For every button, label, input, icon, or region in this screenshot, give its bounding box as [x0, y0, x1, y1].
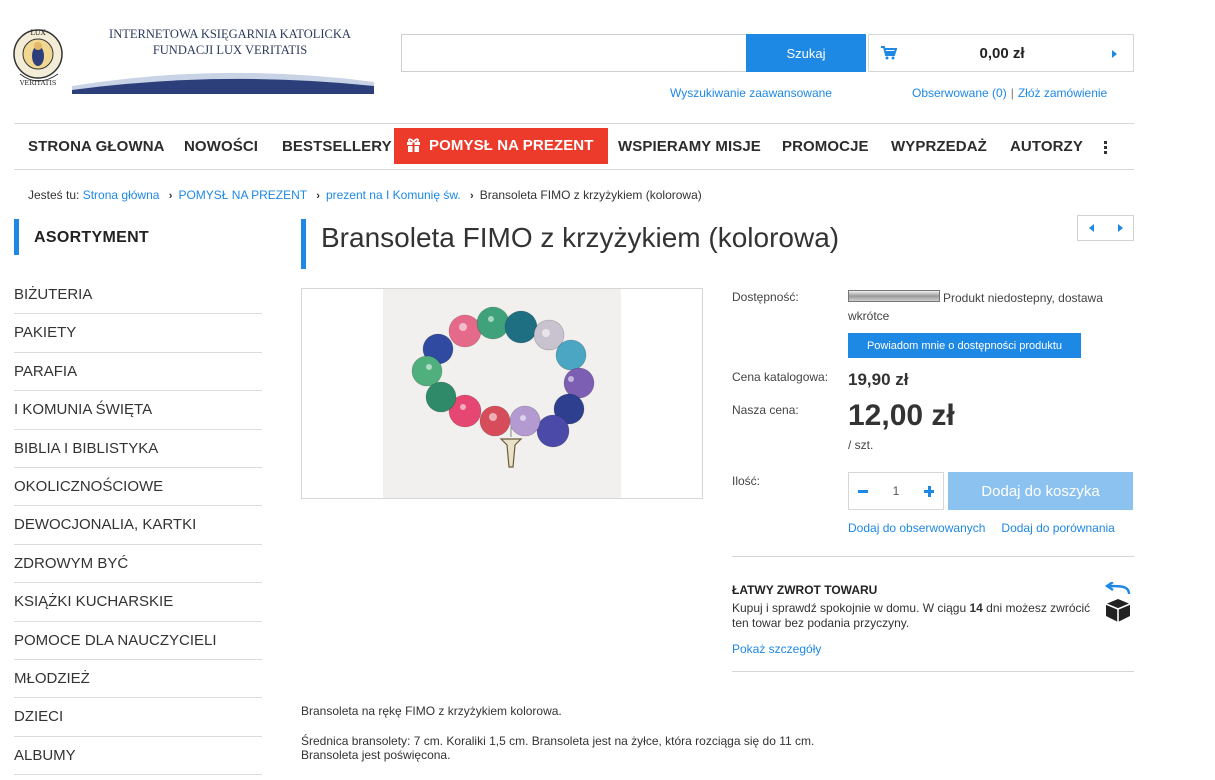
lux-veritatis-seal-icon: LUX VERITATIS: [13, 29, 63, 87]
easy-return-title: ŁATWY ZWROT TOWARU: [732, 583, 878, 597]
nav-item-gift-idea[interactable]: POMYSŁ NA PREZENT: [394, 128, 608, 164]
category-item-albums[interactable]: ALBUMY: [14, 737, 262, 776]
breadcrumb-prefix: Jesteś tu:: [28, 188, 80, 202]
sidebar-title: ASORTYMENT: [34, 229, 149, 246]
breadcrumb-separator-icon: ›: [168, 190, 173, 202]
availability-label: Dostępność:: [732, 290, 799, 304]
divider: [732, 556, 1134, 557]
breadcrumb: Jesteś tu: Strona główna › POMYSŁ NA PREZ…: [28, 188, 702, 202]
description-line-3: Bransoleta jest poświęcona.: [301, 748, 451, 762]
category-item-children[interactable]: DZIECI: [14, 698, 262, 737]
increase-quantity-button[interactable]: [915, 473, 943, 509]
nav-item-authors[interactable]: AUTORZY: [1010, 124, 1083, 170]
product-actions: Dodaj do obserwowanych Dodaj do porównani…: [848, 521, 1115, 535]
nav-item-bestsellers[interactable]: BESTSELLERY: [282, 124, 392, 170]
availability-indicator: [848, 290, 940, 302]
nav-item-new[interactable]: NOWOŚCI: [184, 124, 258, 170]
logo-stripe-decoration: [72, 72, 374, 94]
next-product-button[interactable]: [1106, 216, 1134, 240]
store-logo[interactable]: LUX VERITATIS INTERNETOWA KSIĘGARNIA KAT…: [12, 22, 374, 96]
divider: [732, 671, 1134, 672]
category-list: BIŻUTERIA PAKIETY PARAFIA I KOMUNIA ŚWIĘ…: [14, 276, 262, 776]
category-item-teaching-aids[interactable]: POMOCE DLA NAUCZYCIELI: [14, 622, 262, 660]
list-price: 19,90 zł: [848, 370, 909, 389]
search-button[interactable]: Szukaj: [746, 34, 866, 72]
place-order-link[interactable]: Złóż zamówienie: [1018, 86, 1107, 100]
nav-item-sale[interactable]: WYPRZEDAŻ: [891, 124, 987, 170]
breadcrumb-communion-gift[interactable]: prezent na I Komunię św.: [326, 188, 461, 202]
add-to-cart-button[interactable]: Dodaj do koszyka: [948, 472, 1133, 510]
nav-gift-label: POMYSŁ NA PREZENT: [429, 137, 594, 154]
description-details: Średnica bransolety: 7 cm. Koraliki 1,5 …: [301, 734, 901, 762]
category-item-health[interactable]: ZDROWYM BYĆ: [14, 545, 262, 584]
nav-item-home[interactable]: STRONA GŁOWNA: [28, 124, 165, 170]
gift-icon: [407, 138, 420, 153]
breadcrumb-separator-icon: ›: [470, 190, 474, 202]
add-to-compare-link[interactable]: Dodaj do porównania: [1001, 521, 1114, 535]
watched-link[interactable]: Obserwowane (0): [912, 86, 1007, 100]
category-item-youth[interactable]: MŁODZIEŻ: [14, 660, 262, 699]
product-image-frame[interactable]: [301, 288, 703, 499]
category-item-first-communion[interactable]: I KOMUNIA ŚWIĘTA: [14, 391, 262, 430]
list-price-label: Cena katalogowa:: [732, 370, 829, 384]
seal-lux-text: LUX: [30, 29, 45, 37]
our-price-label: Nasza cena:: [732, 403, 799, 417]
our-price: 12,00 zł: [848, 399, 955, 432]
breadcrumb-current: Bransoleta FIMO z krzyżykiem (kolorowa): [479, 188, 702, 202]
quantity-stepper: [848, 472, 944, 510]
chevron-right-icon: [1118, 224, 1123, 232]
previous-product-button[interactable]: [1078, 216, 1106, 240]
user-links: Obserwowane (0) | Złóż zamówienie: [912, 86, 1107, 100]
easy-return-text: Kupuj i sprawdź spokojnie w domu. W ciąg…: [732, 601, 1091, 630]
title-accent: [301, 219, 306, 269]
cart-widget[interactable]: 0,00 zł: [868, 34, 1134, 72]
category-item-occasional[interactable]: OKOLICZNOŚCIOWE: [14, 468, 262, 507]
seal-veritatis-text: VERITATIS: [19, 79, 57, 87]
return-details-link[interactable]: Pokaż szczegóły: [732, 642, 821, 656]
product-pager: [1077, 215, 1134, 241]
category-item-devotional[interactable]: DEWOCJONALIA, KARTKI: [14, 506, 262, 545]
more-menu-icon[interactable]: [1104, 141, 1108, 156]
bracelet-image: [383, 289, 621, 498]
minus-icon: [858, 490, 868, 493]
category-item-packages[interactable]: PAKIETY: [14, 314, 262, 353]
breadcrumb-separator-icon: ›: [316, 190, 320, 202]
breadcrumb-gift-idea[interactable]: POMYSŁ NA PREZENT: [178, 188, 306, 202]
add-to-watched-link[interactable]: Dodaj do obserwowanych: [848, 521, 985, 535]
quantity-label: Ilość:: [732, 474, 761, 488]
return-days: 14: [969, 601, 983, 615]
category-item-bible[interactable]: BIBLIA I BIBLISTYKA: [14, 430, 262, 468]
category-item-jewelry[interactable]: BIŻUTERIA: [14, 276, 262, 315]
cart-arrow-icon: [1112, 50, 1117, 58]
logo-line-1: INTERNETOWA KSIĘGARNIA KATOLICKA: [109, 27, 351, 41]
main-nav: STRONA GŁOWNA NOWOŚCI BESTSELLERY POMYSŁ…: [14, 123, 1134, 170]
quantity-input[interactable]: [881, 481, 911, 501]
return-box-icon: [1104, 582, 1131, 622]
search-input[interactable]: [401, 34, 747, 72]
nav-item-promotions[interactable]: PROMOCJE: [782, 124, 869, 170]
sidebar-title-accent: [14, 219, 19, 255]
product-image: [383, 289, 621, 498]
advanced-search-link[interactable]: Wyszukiwanie zaawansowane: [670, 86, 832, 100]
nav-item-missions[interactable]: WSPIERAMY MISJE: [618, 124, 761, 170]
user-links-separator: |: [1010, 86, 1014, 100]
logo-text: INTERNETOWA KSIĘGARNIA KATOLICKA FUNDACJ…: [80, 26, 380, 58]
price-unit: / szt.: [848, 438, 874, 452]
product-title: Bransoleta FIMO z krzyżykiem (kolorowa): [321, 222, 840, 253]
category-item-cookbooks[interactable]: KSIĄŻKI KUCHARSKIE: [14, 583, 262, 622]
logo-line-2: FUNDACJI LUX VERITATIS: [152, 43, 308, 57]
breadcrumb-home[interactable]: Strona główna: [83, 188, 160, 202]
description-line-1: Bransoleta na rękę FIMO z krzyżykiem kol…: [301, 704, 562, 718]
description-line-2: Średnica bransolety: 7 cm. Koraliki 1,5 …: [301, 734, 815, 748]
decrease-quantity-button[interactable]: [849, 473, 877, 509]
chevron-left-icon: [1089, 224, 1094, 232]
category-item-parish[interactable]: PARAFIA: [14, 353, 262, 392]
notify-availability-button[interactable]: Powiadom mnie o dostępności produktu: [848, 333, 1081, 358]
cart-total: 0,00 zł: [979, 45, 1025, 62]
